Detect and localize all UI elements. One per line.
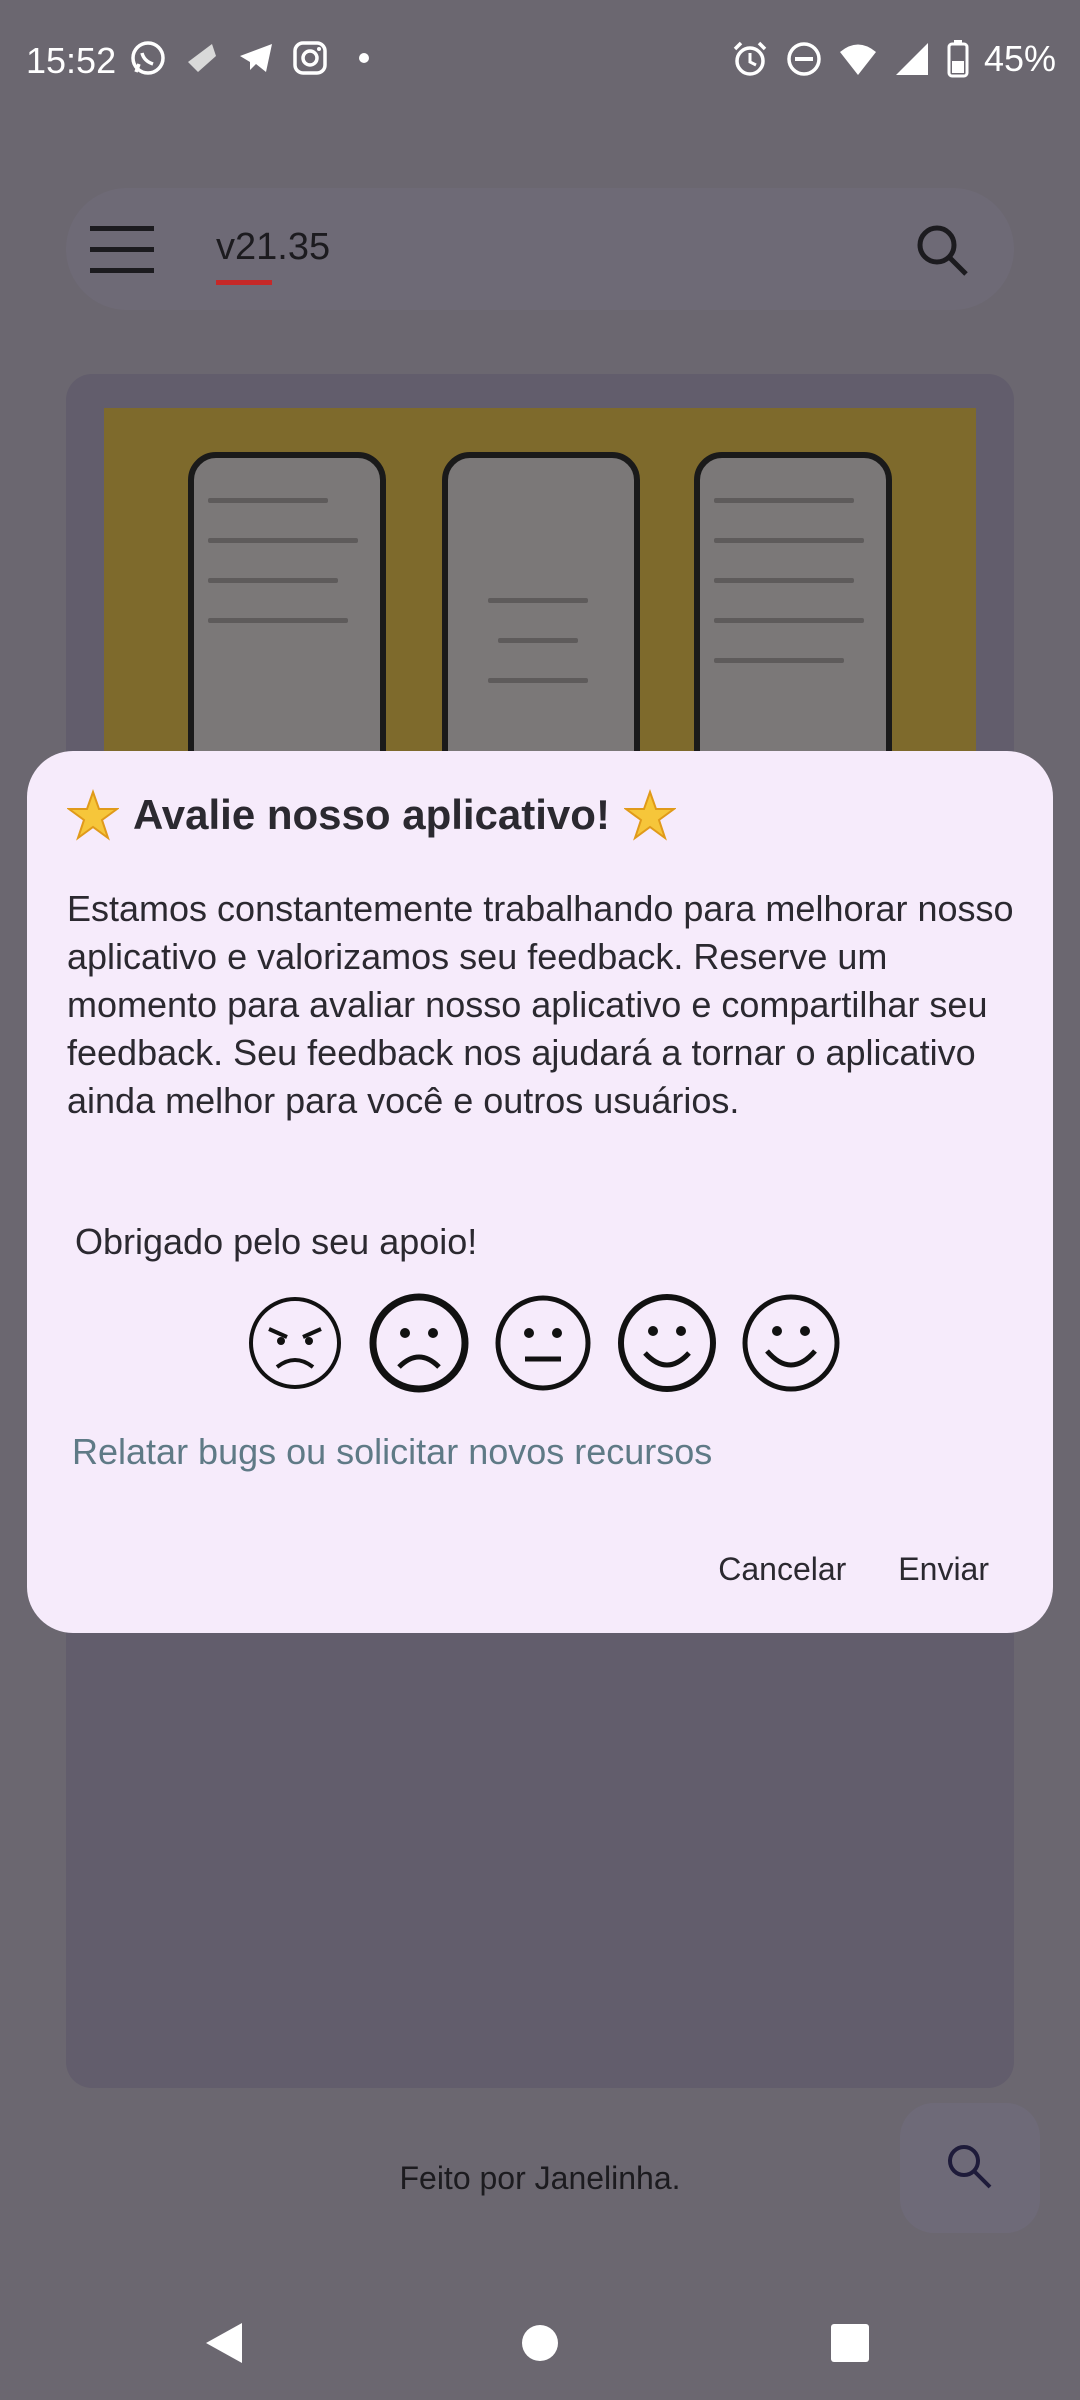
home-icon[interactable] bbox=[515, 2318, 565, 2368]
dialog-thanks: Obrigado pelo seu apoio! bbox=[75, 1221, 478, 1262]
dialog-title: Avalie nosso aplicativo! bbox=[67, 789, 676, 841]
neutral-face-icon[interactable] bbox=[491, 1291, 595, 1395]
sad-face-icon[interactable] bbox=[367, 1291, 471, 1395]
send-button[interactable]: Enviar bbox=[898, 1551, 989, 1588]
whatsapp-icon bbox=[131, 41, 165, 75]
wifi-icon bbox=[839, 44, 876, 75]
star-icon bbox=[67, 789, 119, 841]
cancel-button[interactable]: Cancelar bbox=[718, 1551, 846, 1588]
rating-faces bbox=[243, 1291, 843, 1401]
search-query[interactable]: v21.35 bbox=[216, 226, 330, 269]
telegram-icon bbox=[240, 44, 272, 72]
menu-icon[interactable] bbox=[88, 222, 158, 276]
search-icon bbox=[948, 2145, 992, 2189]
star-icon bbox=[623, 789, 676, 841]
smile-face-icon[interactable] bbox=[615, 1291, 719, 1395]
back-icon[interactable] bbox=[200, 2318, 250, 2368]
rate-app-dialog: Avalie nosso aplicativo! Estamos constan… bbox=[27, 751, 1053, 1633]
battery-level: 45% bbox=[983, 38, 1056, 79]
spellcheck-underline bbox=[216, 280, 272, 285]
search-bar[interactable]: v21.35 bbox=[66, 188, 1014, 310]
navigation-bar bbox=[0, 2286, 1080, 2400]
dialog-title-text: Avalie nosso aplicativo! bbox=[133, 791, 610, 838]
dot-icon bbox=[359, 53, 369, 63]
signal-icon bbox=[895, 43, 928, 75]
app-icon bbox=[188, 44, 216, 72]
alarm-icon bbox=[733, 41, 767, 76]
system-icons: 45% bbox=[730, 38, 1056, 80]
instagram-icon bbox=[293, 41, 327, 75]
search-fab[interactable] bbox=[900, 2103, 1040, 2233]
notification-icons bbox=[128, 38, 384, 78]
battery-icon bbox=[947, 40, 969, 78]
dnd-icon bbox=[787, 42, 821, 76]
search-icon[interactable] bbox=[914, 222, 970, 278]
status-bar: 15:52 45% bbox=[0, 0, 1080, 126]
recents-icon[interactable] bbox=[825, 2318, 875, 2368]
report-bugs-link[interactable]: Relatar bugs ou solicitar novos recursos bbox=[72, 1431, 712, 1473]
dialog-message: Estamos constantemente trabalhando para … bbox=[67, 888, 1014, 1121]
dialog-actions: Cancelar Enviar bbox=[718, 1551, 989, 1588]
angry-face-icon[interactable] bbox=[243, 1291, 347, 1395]
happy-face-icon[interactable] bbox=[739, 1291, 843, 1395]
status-time: 15:52 bbox=[26, 40, 117, 81]
